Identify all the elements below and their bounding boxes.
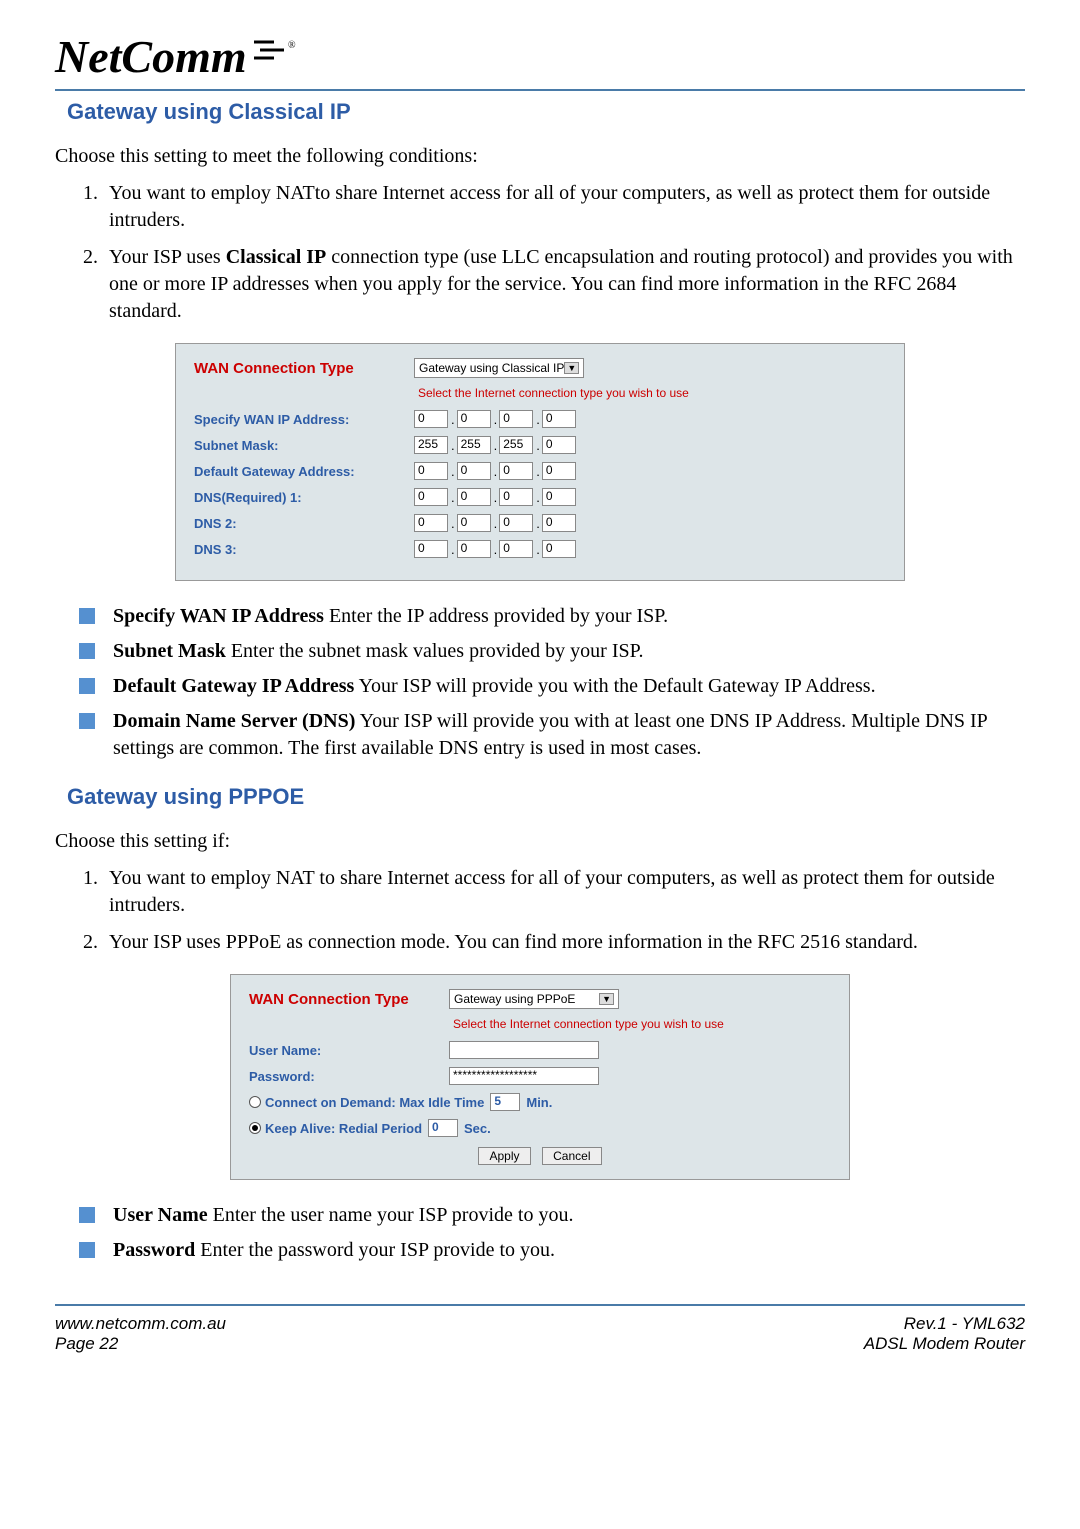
wan-connection-type-label: WAN Connection Type (194, 360, 414, 377)
page-footer: www.netcomm.com.au Page 22 Rev.1 - YML63… (55, 1314, 1025, 1354)
footer-product: ADSL Modem Router (864, 1334, 1025, 1354)
brand-logo: NetComm ® (55, 30, 1025, 83)
footer-rule (55, 1304, 1025, 1306)
ip-octet[interactable]: 0 (457, 462, 491, 480)
select-note: Select the Internet connection type you … (418, 386, 886, 400)
redial-period-input[interactable]: 0 (428, 1119, 458, 1137)
ip-octet[interactable]: 255 (414, 436, 448, 454)
ip-octet[interactable]: 0 (499, 514, 533, 532)
ip-octet[interactable]: 0 (542, 462, 576, 480)
chevron-down-icon: ▼ (564, 362, 579, 374)
list-item: Subnet Mask Enter the subnet mask values… (79, 638, 1025, 665)
list-item: Your ISP uses Classical IP connection ty… (103, 244, 1025, 325)
connect-on-demand-radio[interactable] (249, 1096, 261, 1108)
ip-octet[interactable]: 255 (499, 436, 533, 454)
ip-octet[interactable]: 0 (499, 410, 533, 428)
list-item: User Name Enter the user name your ISP p… (79, 1202, 1025, 1229)
max-idle-input[interactable]: 5 (490, 1093, 520, 1111)
cancel-button[interactable]: Cancel (542, 1147, 601, 1165)
logo-mark: ® (254, 38, 300, 70)
screenshot-classical-ip: WAN Connection Type Gateway using Classi… (175, 343, 905, 581)
field-label: Specify WAN IP Address: (194, 412, 414, 427)
username-input[interactable] (449, 1041, 599, 1059)
intro-text: Choose this setting if: (55, 828, 1025, 855)
password-input[interactable]: ****************** (449, 1067, 599, 1085)
ip-octet[interactable]: 0 (414, 540, 448, 558)
field-label: User Name: (249, 1043, 449, 1058)
ip-octet[interactable]: 0 (542, 436, 576, 454)
logo-text: NetComm (55, 30, 247, 83)
ip-octet[interactable]: 0 (457, 488, 491, 506)
connection-type-select[interactable]: Gateway using PPPoE▼ (449, 989, 619, 1009)
field-label: Subnet Mask: (194, 438, 414, 453)
conditions-list: You want to employ NATto share Internet … (55, 180, 1025, 325)
ip-octet[interactable]: 0 (457, 540, 491, 558)
list-item: You want to employ NATto share Internet … (103, 180, 1025, 234)
field-label: DNS(Required) 1: (194, 490, 414, 505)
field-label: Password: (249, 1069, 449, 1084)
field-descriptions: User Name Enter the user name your ISP p… (55, 1202, 1025, 1264)
field-label: DNS 2: (194, 516, 414, 531)
unit-label: Sec. (464, 1121, 491, 1136)
ip-octet[interactable]: 0 (414, 410, 448, 428)
connection-type-select[interactable]: Gateway using Classical IP▼ (414, 358, 584, 378)
ip-octet[interactable]: 0 (499, 488, 533, 506)
list-item: Domain Name Server (DNS) Your ISP will p… (79, 708, 1025, 762)
chevron-down-icon: ▼ (599, 993, 614, 1005)
screenshot-pppoe: WAN Connection Type Gateway using PPPoE▼… (230, 974, 850, 1180)
field-label: DNS 3: (194, 542, 414, 557)
footer-url: www.netcomm.com.au (55, 1314, 226, 1334)
field-descriptions: Specify WAN IP Address Enter the IP addr… (55, 603, 1025, 762)
list-item: Password Enter the password your ISP pro… (79, 1237, 1025, 1264)
list-item: Default Gateway IP Address Your ISP will… (79, 673, 1025, 700)
select-note: Select the Internet connection type you … (453, 1017, 831, 1031)
field-label: Default Gateway Address: (194, 464, 414, 479)
header-rule (55, 89, 1025, 91)
ip-octet[interactable]: 0 (542, 514, 576, 532)
wan-connection-type-label: WAN Connection Type (249, 991, 449, 1008)
intro-text: Choose this setting to meet the followin… (55, 143, 1025, 170)
unit-label: Min. (526, 1095, 552, 1110)
list-item: You want to employ NAT to share Internet… (103, 865, 1025, 919)
ip-octet[interactable]: 0 (414, 514, 448, 532)
section-title-classical-ip: Gateway using Classical IP (67, 99, 1025, 125)
section-title-pppoe: Gateway using PPPOE (67, 784, 1025, 810)
svg-text:®: ® (288, 40, 296, 51)
ip-octet[interactable]: 0 (457, 514, 491, 532)
ip-octet[interactable]: 0 (542, 540, 576, 558)
footer-rev: Rev.1 - YML632 (864, 1314, 1025, 1334)
ip-octet[interactable]: 0 (499, 462, 533, 480)
ip-octet[interactable]: 0 (457, 410, 491, 428)
ip-octet[interactable]: 0 (414, 462, 448, 480)
radio-label: Connect on Demand: Max Idle Time (265, 1095, 484, 1110)
ip-octet[interactable]: 255 (457, 436, 491, 454)
radio-label: Keep Alive: Redial Period (265, 1121, 422, 1136)
ip-octet[interactable]: 0 (414, 488, 448, 506)
ip-octet[interactable]: 0 (542, 410, 576, 428)
keep-alive-radio[interactable] (249, 1122, 261, 1134)
conditions-list: You want to employ NAT to share Internet… (55, 865, 1025, 956)
list-item: Specify WAN IP Address Enter the IP addr… (79, 603, 1025, 630)
ip-octet[interactable]: 0 (542, 488, 576, 506)
ip-octet[interactable]: 0 (499, 540, 533, 558)
footer-page: Page 22 (55, 1334, 226, 1354)
apply-button[interactable]: Apply (478, 1147, 530, 1165)
list-item: Your ISP uses PPPoE as connection mode. … (103, 929, 1025, 956)
